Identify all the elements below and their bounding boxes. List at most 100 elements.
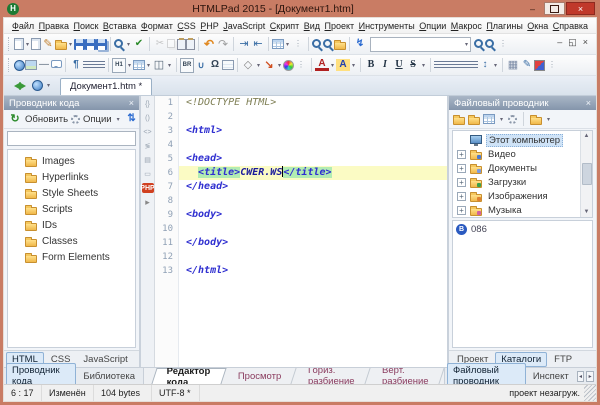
- editor-tab-гориз-разбиение[interactable]: Гориз. разбиение: [293, 368, 371, 384]
- paste-code-icon[interactable]: [186, 39, 195, 50]
- dropdown-caret-icon[interactable]: ▾: [498, 112, 505, 127]
- tree-folder[interactable]: Form Elements: [8, 249, 135, 265]
- new-folder-icon[interactable]: [468, 117, 480, 125]
- copy-icon[interactable]: [167, 39, 175, 48]
- tree-folder[interactable]: Classes: [8, 233, 135, 249]
- scrollbar-thumb[interactable]: [582, 163, 592, 185]
- special-character-icon[interactable]: Ω: [208, 58, 222, 73]
- save-as-icon[interactable]: [85, 39, 96, 50]
- mdi-restore-button[interactable]: ◱: [568, 37, 577, 48]
- close-button[interactable]: ×: [566, 2, 595, 15]
- tree-item[interactable]: +Изображения: [453, 189, 592, 203]
- frame-icon[interactable]: ▦: [506, 58, 520, 73]
- minimize-button[interactable]: –: [522, 2, 543, 15]
- play-icon[interactable]: ▸: [142, 197, 154, 207]
- tree-item[interactable]: +Документы: [453, 161, 592, 175]
- menu-item[interactable]: Скрипт: [268, 21, 301, 31]
- menu-item[interactable]: CSS: [175, 21, 198, 31]
- open-folder-icon[interactable]: [55, 42, 67, 50]
- editor-empty-area[interactable]: [155, 278, 447, 367]
- find-in-files-icon[interactable]: [334, 42, 346, 50]
- paragraph-icon[interactable]: ¶: [69, 58, 83, 73]
- scroll-left-icon[interactable]: ◂: [577, 371, 585, 382]
- tree-folder[interactable]: Scripts: [8, 201, 135, 217]
- menu-item[interactable]: Проект: [322, 21, 356, 31]
- find-icon[interactable]: [312, 39, 321, 48]
- toolbar-overflow-icon[interactable]: ⋮: [496, 37, 510, 52]
- mdi-minimize-button[interactable]: –: [557, 37, 562, 48]
- redo-icon[interactable]: ↷: [216, 37, 230, 52]
- snippet-block-icon[interactable]: ▤: [142, 155, 154, 165]
- open-file-icon[interactable]: [453, 117, 465, 125]
- code-line[interactable]: 9<body>: [155, 208, 447, 222]
- code-editor[interactable]: 1<!DOCTYPE HTML>23<html>45<head>6 <title…: [155, 96, 447, 367]
- dropdown-caret-icon[interactable]: ▾: [350, 58, 357, 73]
- tree-item[interactable]: +Загрузки: [453, 175, 592, 189]
- goto-line-icon[interactable]: ↯: [353, 37, 367, 52]
- tree-folder[interactable]: Style Sheets: [8, 185, 135, 201]
- comment-icon[interactable]: [51, 60, 62, 68]
- scroll-up-icon[interactable]: ▲: [584, 133, 590, 139]
- editor-tab-верт-разбиение[interactable]: Верт. разбиение: [368, 368, 445, 384]
- tree-folder[interactable]: IDs: [8, 217, 135, 233]
- dropdown-caret-icon[interactable]: ▾: [420, 58, 427, 73]
- heading-icon[interactable]: H1: [112, 58, 126, 73]
- chevron-down-icon[interactable]: ▾: [463, 37, 470, 52]
- scroll-right-icon[interactable]: ▸: [586, 371, 594, 382]
- toolbar-search-input[interactable]: [371, 38, 463, 50]
- code-line[interactable]: 10: [155, 222, 447, 236]
- code-line[interactable]: 2: [155, 110, 447, 124]
- dropdown-caret-icon[interactable]: ▾: [276, 58, 283, 73]
- close-panel-icon[interactable]: ×: [129, 98, 134, 108]
- menu-item[interactable]: Справка: [551, 21, 590, 31]
- expand-icon[interactable]: +: [457, 192, 466, 201]
- code-line[interactable]: 6 <title>CWER.WS</title>: [155, 166, 447, 180]
- php-snippet-icon[interactable]: PHP: [142, 183, 154, 193]
- options-button[interactable]: Опции: [83, 114, 112, 125]
- snippet-angle-icon[interactable]: <>: [142, 127, 154, 137]
- editor-tab-редактор-кода[interactable]: Редактор кода: [151, 368, 226, 384]
- save-all-icon[interactable]: [96, 39, 107, 50]
- toolbar-overflow-icon[interactable]: ⋮: [294, 58, 308, 73]
- line-break-icon[interactable]: BR: [180, 58, 194, 73]
- align-justify-icon[interactable]: [467, 61, 478, 70]
- refresh-icon[interactable]: ↻: [8, 112, 22, 127]
- dropdown-caret-icon[interactable]: ▾: [329, 58, 336, 73]
- form-icon[interactable]: [222, 60, 234, 70]
- snippet-compare-icon[interactable]: ≶: [142, 141, 154, 151]
- tab-ftp[interactable]: FTP: [548, 352, 578, 367]
- expand-icon[interactable]: +: [457, 178, 466, 187]
- tree-folder[interactable]: Images: [8, 153, 135, 169]
- new-document-icon[interactable]: [14, 38, 24, 50]
- folder-options-icon[interactable]: [530, 117, 542, 125]
- editor-tab-просмотр[interactable]: Просмотр: [223, 368, 297, 384]
- document-tab[interactable]: Документ1.htm *: [60, 78, 152, 95]
- code-line[interactable]: 11</body>: [155, 236, 447, 250]
- dropdown-caret-icon[interactable]: ▾: [24, 37, 31, 52]
- insert-image-icon[interactable]: [25, 60, 37, 70]
- dropdown-caret-icon[interactable]: ▾: [166, 58, 173, 73]
- find-replace-icon[interactable]: [323, 39, 332, 48]
- tree-folder[interactable]: Hyperlinks: [8, 169, 135, 185]
- draw-arrow-icon[interactable]: ↘: [262, 58, 276, 73]
- code-line[interactable]: 4: [155, 138, 447, 152]
- chevron-down-icon[interactable]: ▾: [115, 112, 122, 127]
- italic-icon[interactable]: I: [378, 58, 392, 73]
- code-filter-input[interactable]: [7, 131, 136, 146]
- find-next-icon[interactable]: [474, 39, 483, 48]
- undo-icon[interactable]: ↶: [202, 37, 216, 52]
- insert-table-icon[interactable]: [133, 60, 145, 70]
- edit-document-icon[interactable]: ✎: [41, 37, 55, 52]
- snippet-comment-icon[interactable]: ▭: [142, 169, 154, 179]
- code-line[interactable]: 13</html>: [155, 264, 447, 278]
- style-paint-icon[interactable]: [534, 60, 545, 71]
- resize-grip[interactable]: [584, 385, 596, 401]
- paste-icon[interactable]: [177, 39, 186, 50]
- menu-item[interactable]: JavaScript: [221, 21, 267, 31]
- dropdown-caret-icon[interactable]: ▾: [284, 37, 291, 52]
- scroll-down-icon[interactable]: ▼: [584, 209, 590, 215]
- code-line[interactable]: 1<!DOCTYPE HTML>: [155, 96, 447, 110]
- font-highlight-icon[interactable]: A: [336, 59, 350, 71]
- cut-icon[interactable]: ✂: [153, 37, 167, 52]
- document-properties-icon[interactable]: [31, 38, 41, 50]
